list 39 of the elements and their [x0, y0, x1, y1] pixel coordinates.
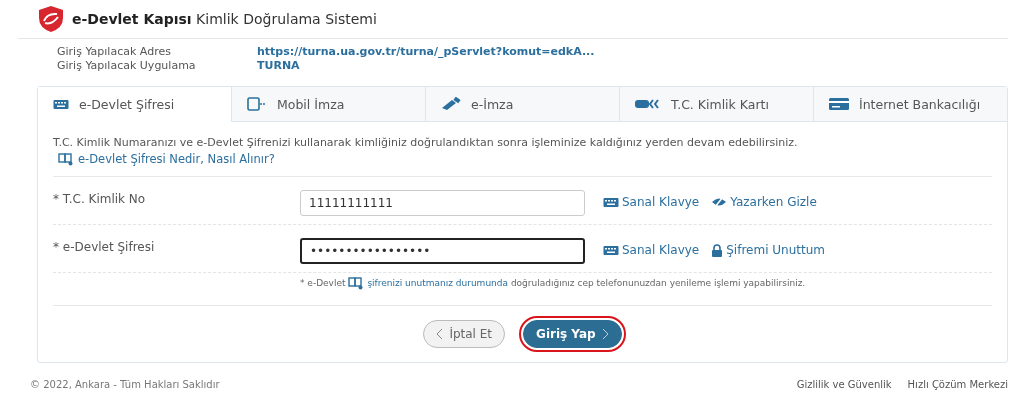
field-label: * e-Devlet Şifresi [53, 239, 156, 254]
id-card-logo-icon [635, 99, 661, 109]
info-label: Giriş Yapılacak Adres [57, 45, 172, 58]
field-action-link[interactable]: Sanal Klavye [603, 195, 700, 209]
keyboard-icon [603, 196, 619, 208]
page-title: e-Devlet Kapısı Kimlik Doğrulama Sistemi [72, 11, 377, 27]
login-method-tab[interactable]: Mobil İmza [231, 87, 425, 122]
password-note: * e-Devlet şifrenizi unutmanız durumunda doğruladığınız cep telefonunuzdan yenileme işlemi yapabilirsiniz. [300, 277, 807, 291]
mobile-phone-icon [247, 97, 267, 111]
field-label: * T.C. Kimlik No [53, 191, 147, 206]
cancel-button[interactable]: İptal Et [423, 319, 506, 348]
usb-stick-icon [441, 97, 461, 111]
login-method-tab[interactable]: İnternet Bankacılığı [813, 87, 1007, 122]
help-link[interactable]: e-Devlet Şifresi Nedir, Nasıl Alınır? [58, 152, 992, 166]
bank-card-icon [829, 97, 849, 111]
book-icon [348, 277, 365, 291]
login-method-tab[interactable]: T.C. Kimlik Kartı [619, 87, 813, 122]
chevron-icon [601, 327, 609, 340]
keyboard-icon [603, 244, 619, 256]
input-field[interactable]: ••••••••••••••••• [300, 238, 585, 264]
chevron-icon [436, 327, 444, 340]
footer-link[interactable]: Gizlilik ve Güvenlik [796, 378, 892, 390]
info-value: https://turna.ua.gov.tr/turna/_pServlet?komut=edkA... [257, 45, 596, 58]
eye-slash-icon [711, 196, 728, 208]
field-action-link[interactable]: Sanal Klavye [603, 243, 700, 257]
shield-logo-icon [38, 5, 64, 33]
info-value: TURNA [257, 59, 301, 72]
copyright-text: © 2022, Ankara - Tüm Hakları Saklıdır [30, 378, 220, 390]
footer-link[interactable]: Hızlı Çözüm Merkezi [907, 378, 1008, 390]
info-label: Giriş Yapılacak Uygulama [57, 59, 197, 72]
field-action-link[interactable]: Yazarken Gizle [711, 195, 817, 209]
login-method-tab[interactable]: e-İmza [425, 87, 619, 122]
intro-text: T.C. Kimlik Numaranızı ve e-Devlet Şifrenizi kullanarak kimliğiniz doğrulandıktan sonra işleminize kaldığınız yerden devam edebilirsiniz. [53, 136, 799, 149]
input-field[interactable]: 11111111111 [300, 190, 585, 216]
lock-icon [711, 243, 724, 257]
keyboard-icon [53, 98, 69, 110]
forgot-password-link[interactable]: şifrenizi unutmanız durumunda [348, 277, 508, 291]
book-icon [58, 152, 74, 166]
field-action-link[interactable]: Şifremi Unuttum [711, 243, 825, 257]
